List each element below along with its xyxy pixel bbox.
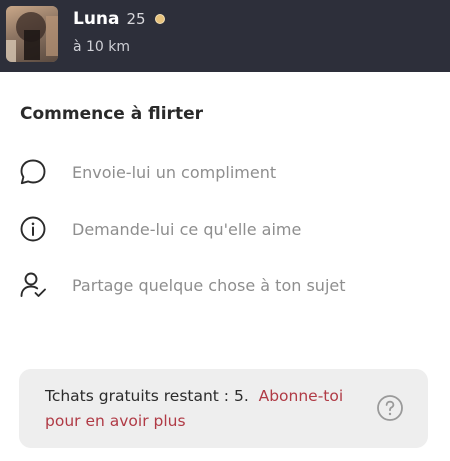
free-chats-banner: Tchats gratuits restant : 5. Abonne-toi … (19, 369, 428, 448)
suggestion-label: Partage quelque chose à ton sujet (72, 275, 346, 295)
info-icon (18, 214, 48, 244)
suggestion-label: Demande-lui ce qu'elle aime (72, 219, 302, 239)
section-title: Commence à flirter (20, 104, 203, 124)
suggestion-share-about-self[interactable]: Partage quelque chose à ton sujet (18, 270, 346, 300)
speech-bubble-icon (18, 157, 48, 187)
suggestion-label: Envoie-lui un compliment (72, 162, 277, 182)
free-chats-remaining: Tchats gratuits restant : 5. (45, 387, 249, 405)
user-check-icon (18, 270, 48, 300)
question-circle-icon[interactable] (376, 394, 404, 422)
avatar-shape (46, 16, 58, 56)
suggestion-compliment[interactable]: Envoie-lui un compliment (18, 157, 276, 187)
profile-header: Luna 25 à 10 km (0, 0, 450, 72)
suggestion-ask-likes[interactable]: Demande-lui ce qu'elle aime (18, 214, 301, 244)
online-status-dot (154, 14, 165, 24)
avatar-shape (6, 40, 16, 62)
name-row: Luna 25 (73, 9, 165, 29)
banner-text: Tchats gratuits restant : 5. Abonne-toi … (45, 384, 375, 434)
avatar-shape (24, 30, 40, 60)
profile-distance: à 10 km (73, 39, 131, 55)
avatar[interactable] (6, 6, 58, 62)
profile-age: 25 (126, 10, 146, 28)
profile-name[interactable]: Luna (73, 9, 120, 29)
